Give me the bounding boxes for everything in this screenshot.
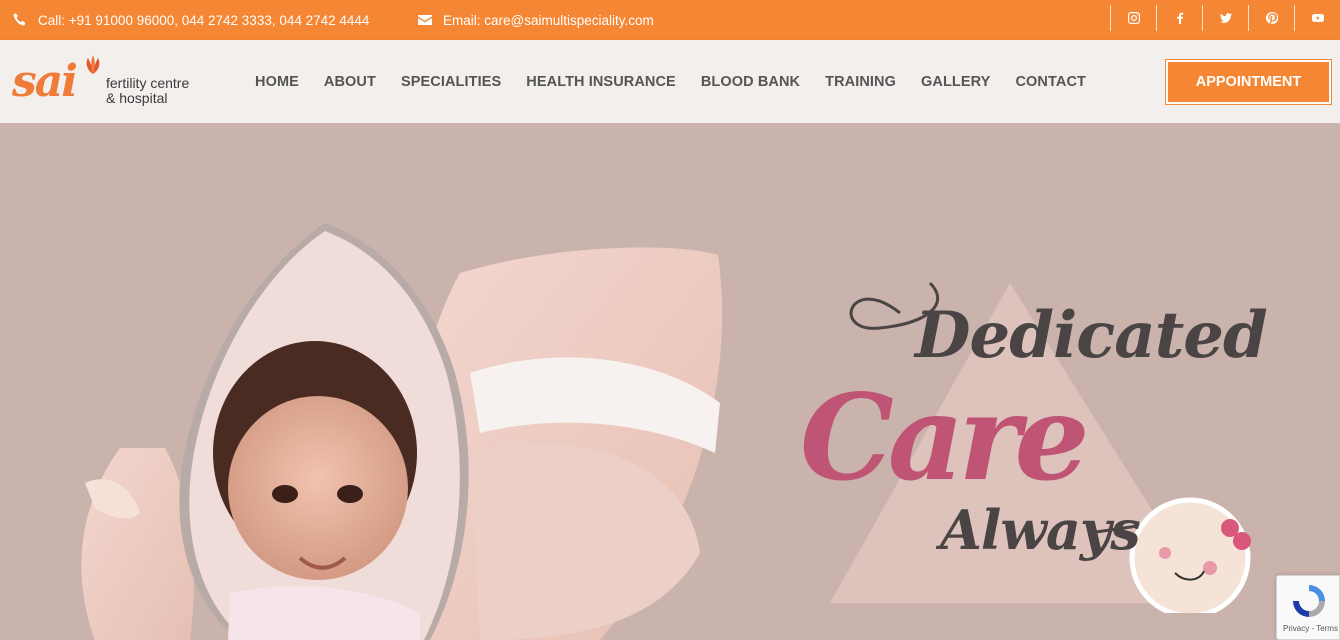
social-links: [1110, 5, 1340, 31]
nav-gallery[interactable]: GALLERY: [921, 74, 990, 90]
nav-about[interactable]: ABOUT: [324, 74, 376, 90]
recaptcha-icon: [1293, 585, 1325, 617]
call-info[interactable]: Call: +91 91000 96000, 044 2742 3333, 04…: [12, 0, 369, 40]
nav-training[interactable]: TRAINING: [825, 74, 896, 90]
phone-icon: [13, 13, 26, 26]
nav-contact[interactable]: CONTACT: [1015, 74, 1086, 90]
main-nav: HOME ABOUT SPECIALITIES HEALTH INSURANCE…: [255, 40, 1111, 123]
pinterest-icon: [1265, 12, 1278, 24]
pinterest-link[interactable]: [1248, 5, 1294, 31]
tagline-dedicated: Dedicated: [915, 298, 1268, 373]
hero-banner: Dedicated Care Always: [0, 123, 1340, 640]
call-text: Call: +91 91000 96000, 044 2742 3333, 04…: [38, 12, 370, 28]
nav-home[interactable]: HOME: [255, 74, 299, 90]
email-text: Email: care@saimultispeciality.com: [443, 12, 654, 28]
nav-health-insurance[interactable]: HEALTH INSURANCE: [526, 74, 676, 90]
logo-tagline: fertility centre & hospital: [106, 76, 189, 106]
hands-photo: [81, 448, 194, 640]
main-header: sai fertility centre & hospital HOME ABO…: [0, 40, 1340, 123]
recaptcha-links[interactable]: Privacy - Terms: [1283, 624, 1338, 633]
logo-line-2: & hospital: [106, 90, 168, 106]
hero-photo-collage: [81, 223, 723, 640]
youtube-link[interactable]: [1294, 5, 1340, 31]
youtube-icon: [1311, 14, 1324, 22]
top-bar: Call: +91 91000 96000, 044 2742 3333, 04…: [0, 0, 1340, 40]
twitter-icon: [1219, 13, 1232, 23]
logo-line-1: fertility centre: [106, 75, 190, 91]
facebook-icon: [1176, 12, 1183, 24]
site-logo[interactable]: sai fertility centre & hospital: [12, 52, 212, 112]
hero-tagline: Dedicated Care Always: [790, 273, 1268, 613]
instagram-icon: [1127, 12, 1140, 24]
logo-wordmark: sai: [12, 56, 78, 107]
tagline-care: Care: [800, 368, 1090, 507]
lotus-icon: [86, 55, 100, 74]
appointment-button[interactable]: APPOINTMENT: [1165, 59, 1332, 105]
facebook-link[interactable]: [1156, 5, 1202, 31]
email-info[interactable]: Email: care@saimultispeciality.com: [417, 0, 654, 40]
twitter-link[interactable]: [1202, 5, 1248, 31]
recaptcha-badge[interactable]: Privacy - Terms: [1276, 575, 1340, 640]
nav-specialities[interactable]: SPECIALITIES: [401, 74, 501, 90]
tagline-always: Always: [940, 498, 1141, 562]
nav-blood-bank[interactable]: BLOOD BANK: [701, 74, 800, 90]
envelope-icon: [418, 15, 432, 25]
instagram-link[interactable]: [1110, 5, 1156, 31]
